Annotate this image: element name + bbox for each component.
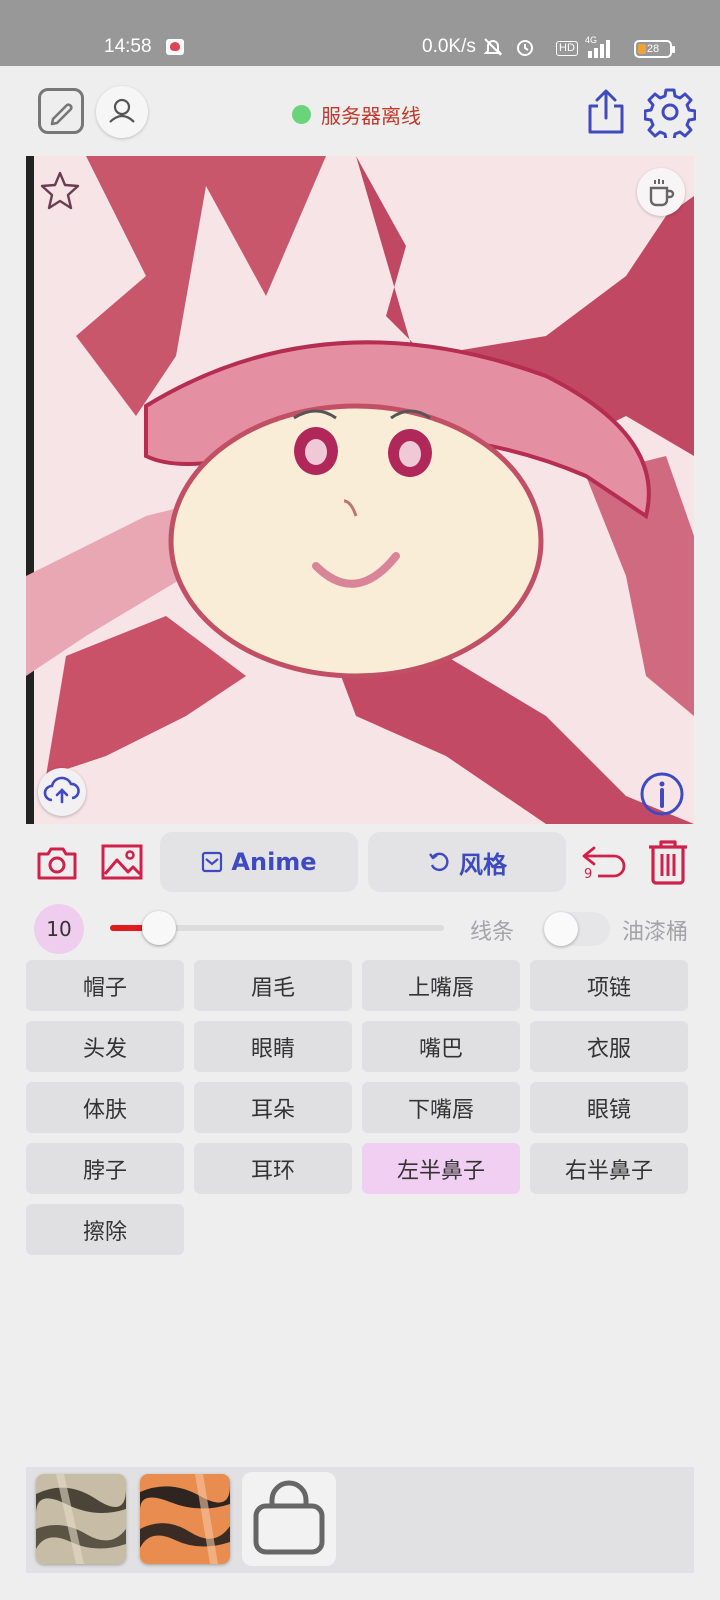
face-part-button[interactable]: 耳朵	[194, 1082, 352, 1133]
alarm-icon	[517, 40, 533, 56]
status-dot-icon	[292, 105, 311, 124]
face-part-button[interactable]: 项链	[530, 960, 688, 1011]
server-status-text: 服务器离线	[321, 104, 421, 128]
generated-anime-image	[26, 156, 694, 824]
face-part-button[interactable]: 擦除	[26, 1204, 184, 1255]
battery-icon: 28	[634, 40, 675, 58]
bucket-toggle[interactable]	[544, 912, 610, 946]
user-icon[interactable]	[96, 86, 148, 138]
style-button[interactable]: 风格	[368, 832, 566, 892]
heart-notification-icon	[166, 39, 184, 55]
face-part-button[interactable]: 右半鼻子	[530, 1143, 688, 1194]
server-status: 服务器离线	[292, 100, 421, 129]
checkbox-icon	[202, 851, 223, 873]
network-speed: 0.0K/s	[422, 36, 476, 57]
status-bar: 14:58 0.0K/s HD 4G 28	[0, 0, 720, 66]
face-part-button[interactable]: 衣服	[530, 1021, 688, 1072]
face-part-button[interactable]: 左半鼻子	[362, 1143, 520, 1194]
face-part-button[interactable]: 眼睛	[194, 1021, 352, 1072]
anime-style-button[interactable]: Anime	[160, 832, 358, 892]
toggle-knob	[544, 912, 578, 946]
undo-count: 9	[584, 867, 593, 882]
info-icon[interactable]	[638, 770, 686, 818]
anime-label: Anime	[231, 848, 317, 876]
face-part-button[interactable]: 耳环	[194, 1143, 352, 1194]
style-thumbnail[interactable]	[140, 1474, 230, 1564]
face-part-button[interactable]: 帽子	[26, 960, 184, 1011]
camera-icon[interactable]	[36, 844, 78, 882]
bucket-mode-label: 油漆桶	[622, 920, 689, 945]
style-thumbnail[interactable]	[36, 1474, 126, 1564]
star-icon[interactable]	[40, 170, 80, 210]
style-tray	[26, 1467, 694, 1573]
refresh-icon	[429, 852, 449, 872]
lines-mode-label: 线条	[470, 920, 515, 945]
drawing-canvas[interactable]	[26, 156, 694, 824]
face-part-button[interactable]: 嘴巴	[362, 1021, 520, 1072]
face-part-button[interactable]: 上嘴唇	[362, 960, 520, 1011]
brush-size-value: 10	[34, 904, 84, 954]
status-time: 14:58	[104, 36, 152, 57]
share-icon[interactable]	[584, 88, 628, 136]
coffee-icon[interactable]	[637, 168, 685, 216]
face-part-button[interactable]: 头发	[26, 1021, 184, 1072]
gear-icon[interactable]	[644, 86, 696, 138]
image-icon[interactable]	[100, 842, 144, 882]
face-part-button[interactable]: 下嘴唇	[362, 1082, 520, 1133]
slider-thumb[interactable]	[142, 911, 176, 945]
cloud-upload-icon[interactable]	[38, 768, 86, 816]
face-part-button[interactable]: 眉毛	[194, 960, 352, 1011]
face-parts-grid: 帽子 眉毛 上嘴唇 项链头发 眼睛 嘴巴 衣服体肤 耳朵 下嘴唇 眼镜脖子 耳环 左半鼻子 右半鼻子擦除	[26, 960, 696, 1255]
face-part-button[interactable]: 眼镜	[530, 1082, 688, 1133]
bell-muted-icon	[483, 38, 503, 56]
signal-icon	[588, 40, 610, 58]
face-part-button[interactable]: 体肤	[26, 1082, 184, 1133]
edit-icon[interactable]	[38, 88, 84, 134]
battery-level: 28	[646, 43, 660, 55]
style-label: 风格	[459, 850, 507, 879]
trash-icon[interactable]	[646, 838, 690, 886]
hd-badge: HD	[556, 41, 578, 56]
face-part-button[interactable]: 脖子	[26, 1143, 184, 1194]
shopping-bag-icon[interactable]	[242, 1472, 336, 1566]
